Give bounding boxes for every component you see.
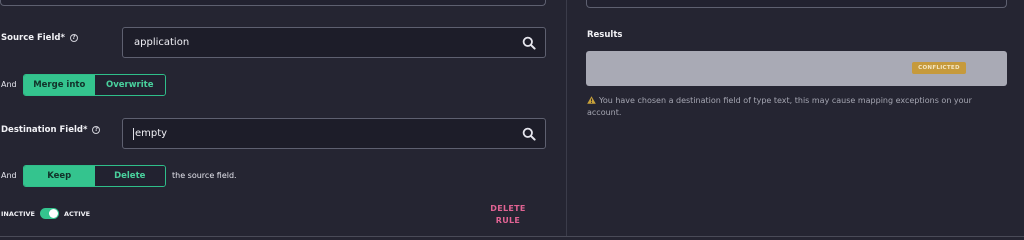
- source-field-value: application: [134, 37, 190, 48]
- warning-text: You have chosen a destination field of t…: [587, 96, 972, 117]
- help-circle-icon[interactable]: ?: [69, 34, 78, 42]
- mapping-warning: You have chosen a destination field of t…: [587, 95, 987, 119]
- overwrite-button[interactable]: Overwrite: [94, 75, 165, 95]
- rule-form-panel: Source Field* ? application And Merge in…: [0, 0, 566, 237]
- source-field-label-text: Source Field*: [1, 33, 65, 43]
- delete-rule-line2: RULE: [495, 216, 521, 225]
- help-circle-icon[interactable]: ?: [92, 126, 101, 134]
- active-label: ACTIVE: [63, 209, 91, 218]
- source-field-input[interactable]: application: [122, 27, 546, 58]
- switch-knob: [48, 209, 58, 218]
- delete-rule-line1: DELETE: [490, 204, 526, 213]
- status-toggle-row: INACTIVE ACTIVE: [1, 208, 90, 219]
- destination-field-input[interactable]: empty: [122, 118, 546, 149]
- previous-input-edge[interactable]: [0, 0, 546, 6]
- destination-field-label-text: Destination Field*: [1, 125, 88, 135]
- merge-and-label: And: [1, 80, 17, 89]
- destination-field-label: Destination Field* ?: [1, 125, 101, 135]
- results-heading: Results: [587, 30, 623, 40]
- results-box: CONFLICTED: [586, 51, 1007, 86]
- bottom-border: [0, 236, 1024, 237]
- delete-source-button[interactable]: Delete: [94, 166, 165, 186]
- keep-and-label: And: [1, 171, 17, 180]
- text-cursor: [133, 127, 134, 140]
- keep-button[interactable]: Keep: [24, 166, 95, 186]
- merge-mode-toggle: Merge into Overwrite: [23, 74, 166, 96]
- delete-rule-button[interactable]: DELETE RULE: [480, 203, 536, 227]
- source-field-label: Source Field* ?: [1, 33, 78, 43]
- search-icon[interactable]: [522, 36, 536, 50]
- panel-divider: [566, 0, 567, 237]
- search-icon[interactable]: [522, 127, 536, 141]
- keep-mode-toggle: Keep Delete: [23, 165, 166, 187]
- source-field-suffix: the source field.: [172, 171, 237, 180]
- inactive-label: INACTIVE: [1, 209, 35, 218]
- active-switch[interactable]: [39, 208, 59, 219]
- status-badge: CONFLICTED: [912, 62, 966, 74]
- rule-editor: Source Field* ? application And Merge in…: [0, 0, 1024, 240]
- merge-into-button[interactable]: Merge into: [24, 75, 95, 95]
- previous-result-box-edge: [586, 0, 1007, 8]
- warning-icon: [587, 96, 596, 104]
- destination-field-value: empty: [135, 128, 168, 139]
